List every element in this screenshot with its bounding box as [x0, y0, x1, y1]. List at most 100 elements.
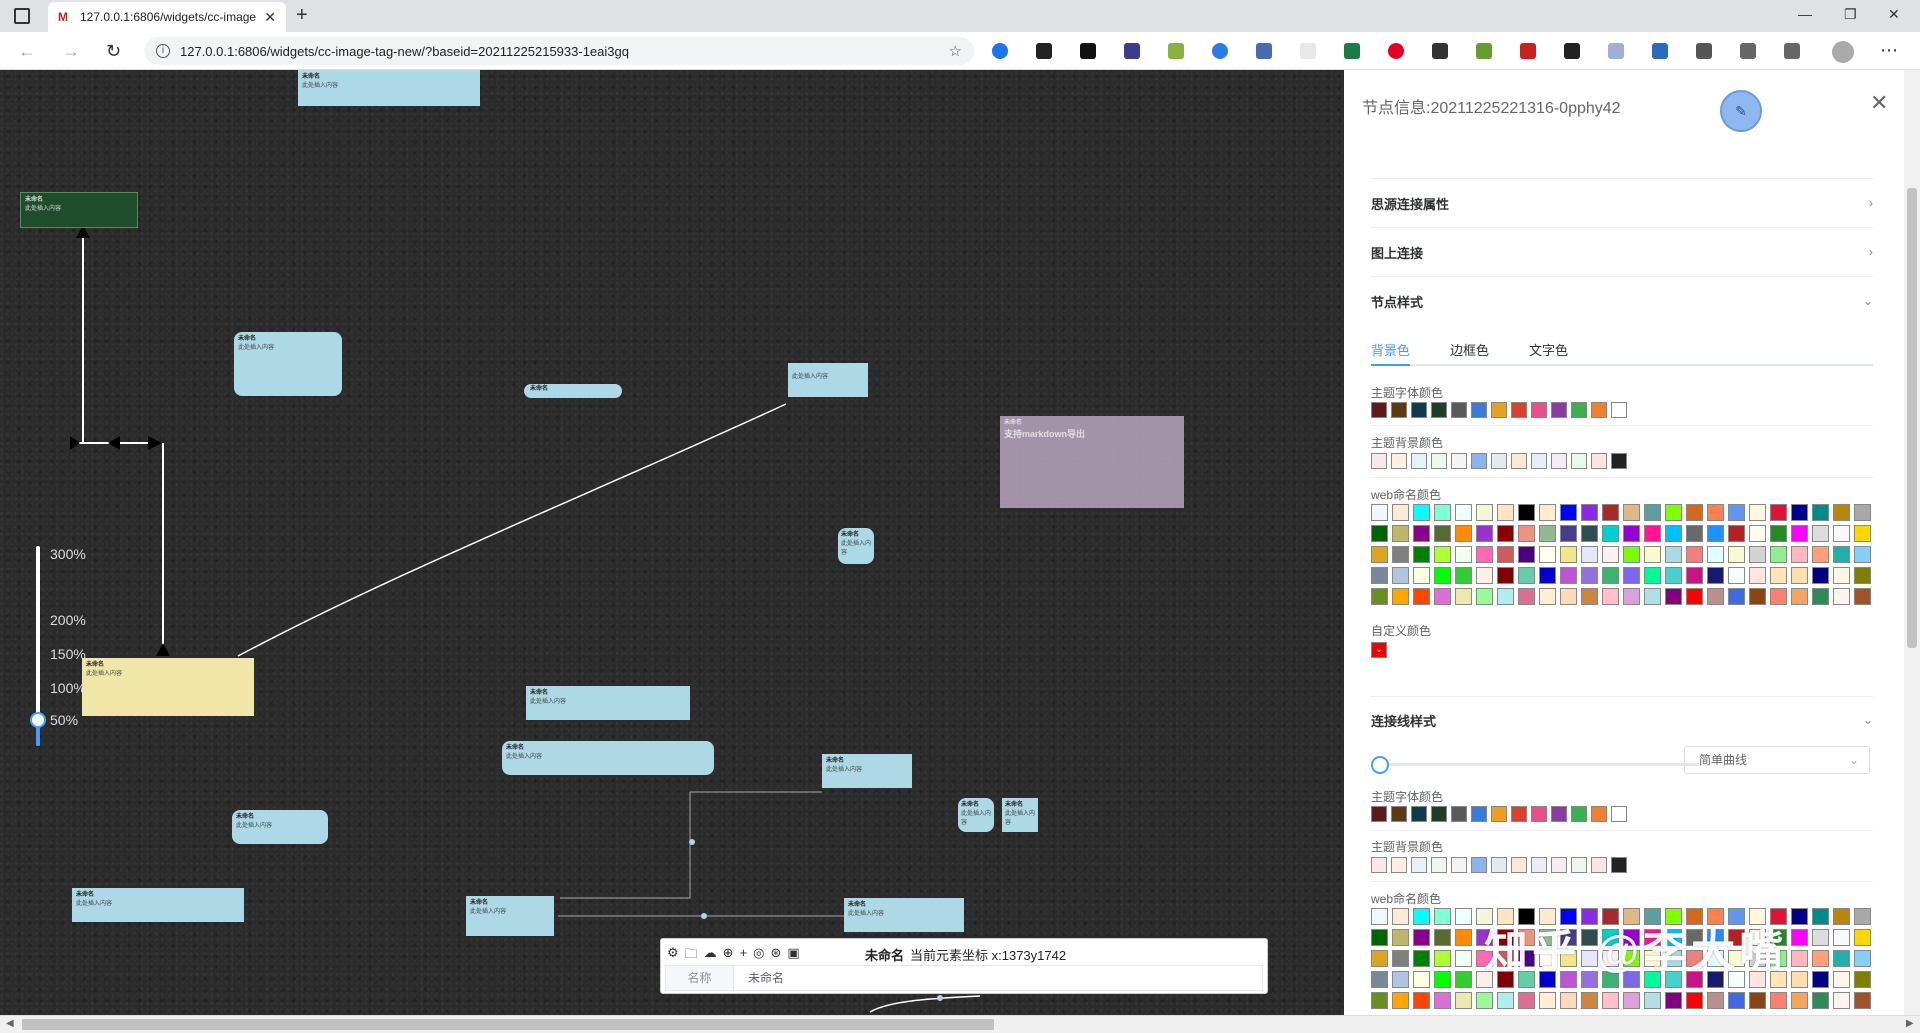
color-swatch[interactable] — [1551, 857, 1567, 873]
color-swatch[interactable] — [1451, 857, 1467, 873]
color-swatch[interactable] — [1413, 992, 1430, 1009]
tab-close-icon[interactable]: ✕ — [264, 9, 276, 26]
color-swatch[interactable] — [1571, 453, 1587, 469]
color-swatch[interactable] — [1644, 504, 1661, 521]
color-swatch[interactable] — [1686, 525, 1703, 542]
color-swatch[interactable] — [1560, 504, 1577, 521]
zoom-in-icon[interactable]: ⊕ — [723, 945, 734, 967]
color-swatch[interactable] — [1728, 525, 1745, 542]
color-swatch[interactable] — [1707, 525, 1724, 542]
color-swatch[interactable] — [1791, 929, 1808, 946]
mindmap-node[interactable]: 未命名 支持markdown导出 — [1000, 416, 1184, 508]
vertical-scroll-thumb[interactable] — [1907, 188, 1917, 648]
favorites-icon[interactable] — [1740, 43, 1756, 59]
color-swatch[interactable] — [1431, 857, 1447, 873]
color-swatch[interactable] — [1791, 950, 1808, 967]
color-swatch[interactable] — [1551, 806, 1567, 822]
color-swatch[interactable] — [1392, 950, 1409, 967]
color-swatch[interactable] — [1455, 504, 1472, 521]
color-swatch[interactable] — [1413, 525, 1430, 542]
color-swatch[interactable] — [1411, 806, 1427, 822]
tab-text-color[interactable]: 文字色 — [1529, 334, 1568, 364]
color-swatch[interactable] — [1833, 567, 1850, 584]
color-swatch[interactable] — [1623, 504, 1640, 521]
color-swatch[interactable] — [1518, 525, 1535, 542]
color-swatch[interactable] — [1413, 546, 1430, 563]
color-swatch[interactable] — [1511, 453, 1527, 469]
color-swatch[interactable] — [1611, 453, 1627, 469]
color-swatch[interactable] — [1491, 453, 1507, 469]
mindmap-node[interactable]: 未命名 此处插入内容 — [958, 798, 994, 832]
color-swatch[interactable] — [1770, 525, 1787, 542]
color-swatch[interactable] — [1791, 588, 1808, 605]
color-swatch[interactable] — [1581, 546, 1598, 563]
color-swatch[interactable] — [1833, 992, 1850, 1009]
color-swatch[interactable] — [1413, 971, 1430, 988]
color-swatch[interactable] — [1371, 857, 1387, 873]
new-tab-icon[interactable]: + — [296, 4, 308, 27]
browser-tab[interactable]: M 127.0.0.1:6806/widgets/cc-image ✕ — [48, 2, 286, 32]
favorite-star-icon[interactable]: ☆ — [949, 42, 962, 60]
color-swatch[interactable] — [1623, 992, 1640, 1009]
color-swatch[interactable] — [1644, 546, 1661, 563]
color-swatch[interactable] — [1602, 504, 1619, 521]
color-swatch[interactable] — [1591, 402, 1607, 418]
color-swatch[interactable] — [1518, 504, 1535, 521]
color-swatch[interactable] — [1644, 567, 1661, 584]
color-swatch[interactable] — [1497, 504, 1514, 521]
color-swatch[interactable] — [1413, 929, 1430, 946]
extension-10-icon[interactable] — [1432, 43, 1448, 59]
color-swatch[interactable] — [1434, 908, 1451, 925]
color-swatch[interactable] — [1476, 525, 1493, 542]
color-swatch[interactable] — [1371, 806, 1387, 822]
mindmap-node[interactable]: 未命名 此处插入内容 — [72, 888, 244, 922]
color-swatch[interactable] — [1371, 588, 1388, 605]
color-swatch[interactable] — [1497, 567, 1514, 584]
color-swatch[interactable] — [1707, 992, 1724, 1009]
site-info-icon[interactable]: i — [156, 44, 170, 58]
add-icon[interactable]: + — [740, 945, 748, 967]
color-swatch[interactable] — [1812, 504, 1829, 521]
section-line-style[interactable]: 连接线样式 ⌄ — [1371, 696, 1873, 744]
color-swatch[interactable] — [1770, 992, 1787, 1009]
horizontal-scrollbar[interactable]: ◀ ▶ — [0, 1015, 1920, 1033]
color-swatch[interactable] — [1413, 950, 1430, 967]
color-swatch[interactable] — [1371, 525, 1388, 542]
color-swatch[interactable] — [1392, 929, 1409, 946]
color-swatch[interactable] — [1539, 504, 1556, 521]
color-swatch[interactable] — [1791, 992, 1808, 1009]
color-swatch[interactable] — [1791, 908, 1808, 925]
color-swatch[interactable] — [1560, 567, 1577, 584]
color-swatch[interactable] — [1451, 402, 1467, 418]
color-swatch[interactable] — [1371, 992, 1388, 1009]
panel-close-icon[interactable]: ✕ — [1870, 90, 1888, 116]
color-swatch[interactable] — [1471, 453, 1487, 469]
tab-border-color[interactable]: 边框色 — [1450, 334, 1489, 364]
color-swatch[interactable] — [1644, 525, 1661, 542]
color-swatch[interactable] — [1749, 504, 1766, 521]
color-swatch[interactable] — [1497, 588, 1514, 605]
color-swatch[interactable] — [1854, 546, 1871, 563]
extension-9-icon[interactable] — [1388, 43, 1404, 59]
color-swatch[interactable] — [1833, 929, 1850, 946]
color-swatch[interactable] — [1476, 588, 1493, 605]
color-swatch[interactable] — [1611, 402, 1627, 418]
color-swatch[interactable] — [1560, 525, 1577, 542]
color-swatch[interactable] — [1411, 453, 1427, 469]
profile-avatar[interactable] — [1832, 41, 1854, 63]
color-swatch[interactable] — [1686, 588, 1703, 605]
color-swatch[interactable] — [1434, 525, 1451, 542]
mindmap-node[interactable]: 未命名 此处插入内容 — [838, 528, 874, 564]
horizontal-scroll-thumb[interactable] — [22, 1019, 994, 1030]
color-swatch[interactable] — [1531, 402, 1547, 418]
extension-4-icon[interactable] — [1168, 43, 1184, 59]
color-swatch[interactable] — [1413, 504, 1430, 521]
color-swatch[interactable] — [1571, 806, 1587, 822]
color-swatch[interactable] — [1623, 567, 1640, 584]
vertical-scrollbar[interactable] — [1904, 70, 1920, 1015]
color-swatch[interactable] — [1812, 950, 1829, 967]
mindmap-node[interactable]: 未命名 此处插入内容 — [82, 658, 254, 716]
mindmap-node[interactable]: 未命名 此处插入内容 — [822, 754, 912, 788]
extension-3-icon[interactable] — [1124, 43, 1140, 59]
color-swatch[interactable] — [1791, 971, 1808, 988]
